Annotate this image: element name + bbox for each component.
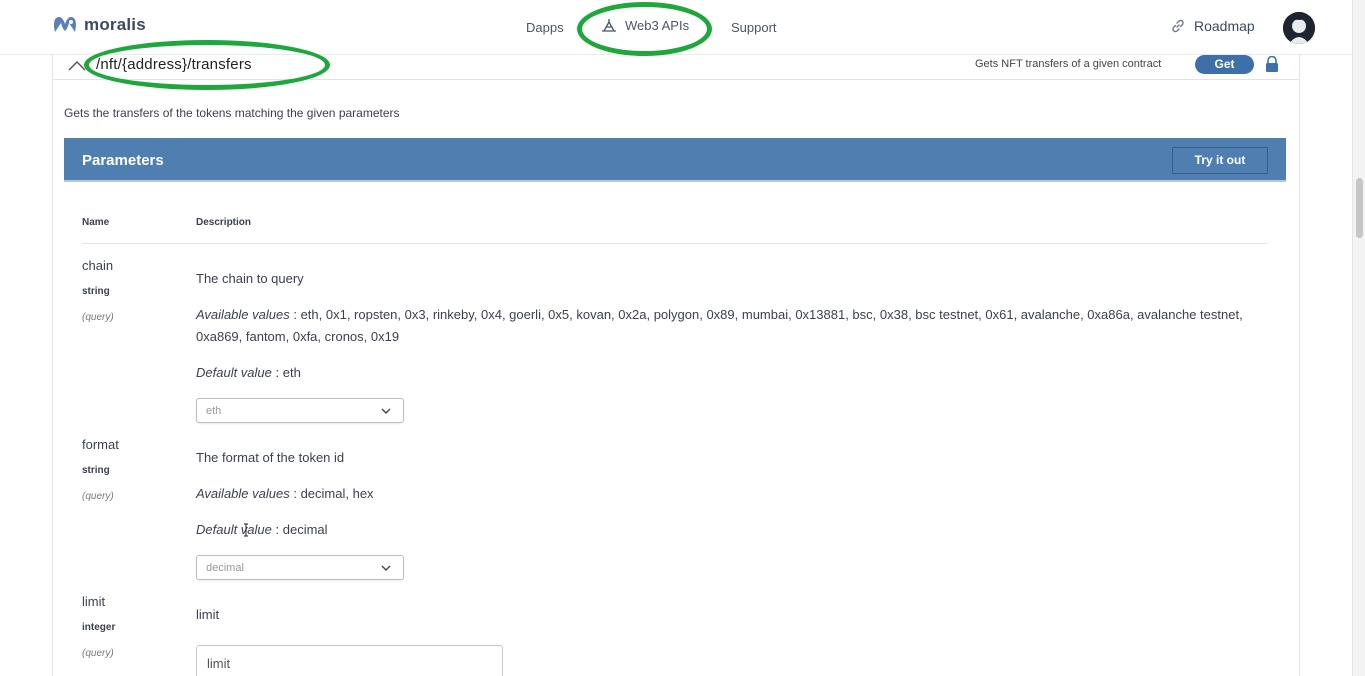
moralis-logo[interactable]: moralis [52, 14, 146, 36]
chain-select-value: eth [206, 405, 222, 417]
roadmap-label: Roadmap [1194, 18, 1255, 34]
available-values-label: Available values [196, 486, 290, 501]
param-type-format: string [82, 465, 110, 476]
web3-apis-icon [602, 19, 616, 32]
nav-link-support[interactable]: Support [731, 20, 777, 35]
param-default-chain: Default value : eth [196, 362, 301, 384]
endpoint-summary: Gets NFT transfers of a given contract [975, 58, 1162, 70]
chevron-up-icon[interactable] [66, 56, 88, 74]
param-location-format: (query) [82, 491, 114, 502]
logo-text: moralis [84, 15, 146, 34]
header-divider [82, 243, 1268, 244]
avatar-image [1283, 12, 1315, 44]
nav-link-web3-apis-label: Web3 APIs [625, 18, 690, 33]
param-name-chain: chain [82, 258, 114, 273]
top-navigation: moralis Dapps Web3 APIs Support Roadmap [0, 0, 1352, 55]
param-available-values-chain: Available values : eth, 0x1, ropsten, 0x… [196, 304, 1256, 348]
scrollbar-thumb[interactable] [1356, 178, 1363, 238]
endpoint-description: Gets the transfers of the tokens matchin… [64, 106, 400, 120]
default-value-chain: : eth [275, 365, 301, 380]
default-value-format: : decimal [275, 522, 328, 537]
limit-input[interactable]: limit [196, 645, 503, 676]
link-icon [1172, 19, 1184, 33]
param-description-format: The format of the token id [196, 450, 345, 465]
nav-link-dapps[interactable]: Dapps [526, 20, 564, 35]
available-values-label: Available values [196, 307, 290, 322]
param-available-values-format: Available values : decimal, hex [196, 483, 374, 505]
param-location-limit: (query) [82, 648, 114, 659]
param-description-limit: limit [196, 607, 220, 622]
available-values-format: : decimal, hex [293, 486, 374, 501]
roadmap-link[interactable]: Roadmap [1170, 18, 1255, 34]
try-it-out-button[interactable]: Try it out [1172, 147, 1268, 174]
parameters-title: Parameters [82, 152, 164, 169]
param-location-chain: (query) [82, 312, 114, 323]
moralis-logo-icon [54, 17, 76, 32]
param-name-format: format [82, 437, 119, 452]
param-default-format: Default value : decimal [196, 519, 328, 541]
param-type-limit: integer [82, 622, 116, 633]
endpoint-path: /nft/{address}/transfers [96, 56, 252, 73]
default-value-label: Default value [196, 365, 272, 380]
method-get-button[interactable]: Get [1195, 55, 1254, 74]
limit-input-placeholder: limit [207, 656, 231, 671]
chain-select[interactable]: eth [196, 398, 404, 423]
page-scrollbar[interactable] [1352, 0, 1365, 676]
param-name-limit: limit [82, 594, 106, 609]
column-header-name: Name [82, 217, 110, 228]
chevron-down-icon [381, 565, 391, 571]
text-cursor-icon [244, 523, 248, 537]
chevron-down-icon [381, 408, 391, 414]
avatar[interactable] [1283, 12, 1315, 44]
column-header-description: Description [196, 217, 252, 228]
format-select-value: decimal [206, 562, 244, 574]
format-select[interactable]: decimal [196, 555, 404, 580]
default-value-label: Default value [196, 522, 272, 537]
nav-link-web3-apis[interactable]: Web3 APIs [600, 18, 689, 33]
param-type-chain: string [82, 286, 110, 297]
available-values-chain: : eth, 0x1, ropsten, 0x3, rinkeby, 0x4, … [196, 307, 1243, 344]
parameters-header: Parameters Try it out [64, 138, 1286, 182]
param-description-chain: The chain to query [196, 271, 304, 286]
lock-icon[interactable] [1265, 56, 1279, 72]
